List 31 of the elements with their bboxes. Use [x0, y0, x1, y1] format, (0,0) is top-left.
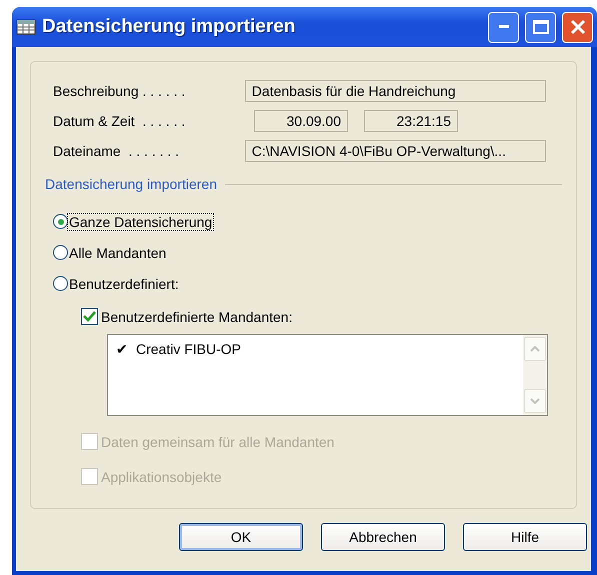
text-field[interactable]: 30.09.00 — [254, 110, 348, 132]
radio-button[interactable] — [53, 245, 68, 260]
checkbox-label: Benutzerdefinierte Mandanten: — [101, 308, 292, 325]
field-label: Dateiname . . . . . . . — [53, 143, 180, 160]
section-title: Datensicherung importieren — [45, 176, 217, 192]
minimize-button[interactable] — [488, 12, 519, 42]
field-label: Datum & Zeit . . . . . . — [53, 113, 186, 130]
dialog-button[interactable]: Hilfe — [463, 523, 587, 551]
dialog-button[interactable]: OK — [179, 523, 303, 551]
check-icon — [83, 311, 96, 322]
radio-label[interactable]: Ganze Datensicherung — [68, 214, 214, 230]
close-icon — [570, 19, 586, 35]
checkbox[interactable] — [81, 308, 98, 326]
minimize-icon — [498, 25, 508, 29]
radio-button[interactable] — [53, 276, 68, 292]
checkbox-label: Applikationsobjekte — [101, 468, 222, 485]
checkbox-label: Daten gemeinsam für alle Mandanten — [101, 434, 334, 450]
field-label: Beschreibung . . . . . . — [53, 83, 186, 100]
list-item[interactable]: ✔ Creativ FIBU-OP — [116, 341, 515, 358]
dialog-button[interactable]: Abbrechen — [321, 523, 445, 551]
text-field[interactable]: C:\NAVISION 4-0\FiBu OP-Verwaltung\... — [244, 140, 546, 162]
maximize-icon — [532, 20, 548, 34]
window-title: Datensicherung importieren — [42, 16, 296, 38]
text-field[interactable]: Datenbasis für die Handreichung — [244, 80, 546, 102]
close-button[interactable] — [562, 12, 593, 42]
radio-label[interactable]: Alle Mandanten — [68, 244, 168, 261]
radio-button[interactable] — [53, 214, 68, 230]
maximize-button[interactable] — [525, 12, 556, 42]
text-field[interactable]: 23:21:15 — [364, 110, 458, 132]
table-icon — [16, 19, 36, 35]
radio-label[interactable]: Benutzerdefiniert: — [68, 276, 180, 292]
